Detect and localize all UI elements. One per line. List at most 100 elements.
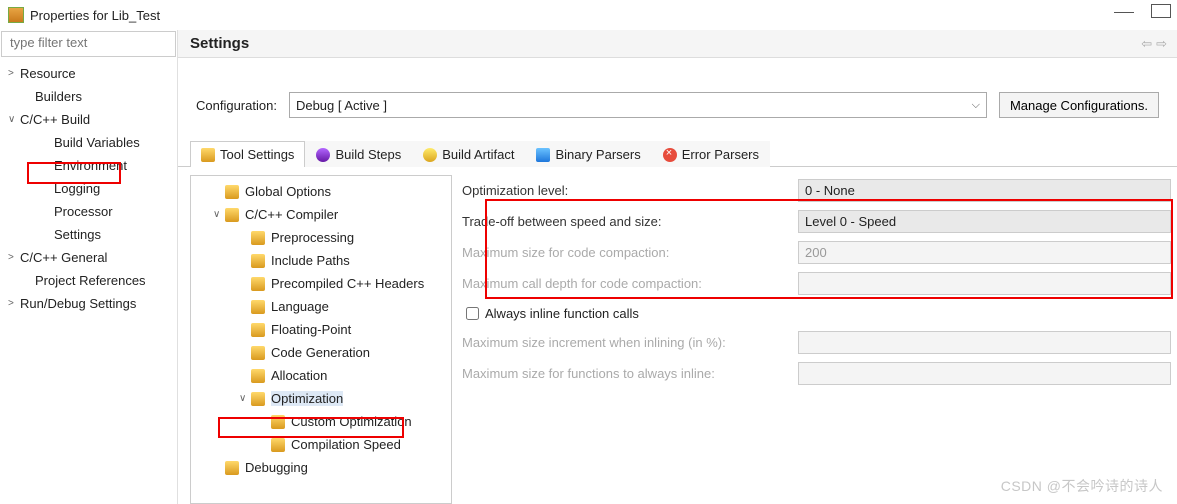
tool-item-label: Debugging bbox=[245, 460, 308, 475]
tool-icon bbox=[251, 392, 265, 406]
nav-item-c-c-build[interactable]: C/C++ Build bbox=[0, 108, 177, 131]
tool-item-label: Global Options bbox=[245, 184, 331, 199]
nav-item-environment[interactable]: Environment bbox=[0, 154, 177, 177]
form-label: Maximum size for code compaction: bbox=[462, 245, 792, 260]
checkbox-label: Always inline function calls bbox=[485, 306, 639, 321]
nav-item-project-references[interactable]: Project References bbox=[0, 269, 177, 292]
nav-item-build-variables[interactable]: Build Variables bbox=[0, 131, 177, 154]
nav-tree: Resource Builders C/C++ Build Build Variabl… bbox=[0, 58, 177, 319]
chevron-icon bbox=[239, 393, 249, 404]
window-titlebar: Properties for Lib_Test bbox=[0, 0, 1177, 30]
bin-icon bbox=[536, 148, 550, 162]
tab-build-steps[interactable]: Build Steps bbox=[305, 141, 412, 167]
form-row: Maximum size increment when inlining (in… bbox=[462, 327, 1177, 358]
manage-config-button[interactable]: Manage Configurations. bbox=[999, 92, 1159, 118]
chevron-icon bbox=[8, 298, 18, 309]
tab-error-parsers[interactable]: Error Parsers bbox=[652, 141, 770, 167]
nav-item-processor[interactable]: Processor bbox=[0, 200, 177, 223]
filter-box[interactable] bbox=[1, 31, 176, 57]
tool-item-label: Code Generation bbox=[271, 345, 370, 360]
tab-build-artifact[interactable]: Build Artifact bbox=[412, 141, 525, 167]
tool-item-label: Preprocessing bbox=[271, 230, 354, 245]
tool-item-code-generation[interactable]: Code Generation bbox=[191, 341, 451, 364]
form-combo[interactable]: 0 - None bbox=[798, 179, 1171, 202]
tool-item-precompiled-c-headers[interactable]: Precompiled C++ Headers bbox=[191, 272, 451, 295]
nav-item-run-debug-settings[interactable]: Run/Debug Settings bbox=[0, 292, 177, 315]
form-label: Trade-off between speed and size: bbox=[462, 214, 792, 229]
filter-input[interactable] bbox=[8, 34, 169, 51]
window-title-text: Properties for Lib_Test bbox=[30, 8, 160, 23]
minimize-button[interactable] bbox=[1111, 2, 1131, 16]
nav-item-builders[interactable]: Builders bbox=[0, 85, 177, 108]
form-row: Maximum call depth for code compaction: bbox=[462, 268, 1177, 299]
bulb-icon bbox=[423, 148, 437, 162]
tool-icon bbox=[225, 185, 239, 199]
err-icon bbox=[663, 148, 677, 162]
nav-item-label: Resource bbox=[20, 66, 76, 81]
tool-item-c-c-compiler[interactable]: C/C++ Compiler bbox=[191, 203, 451, 226]
back-icon[interactable]: ⇦ bbox=[1141, 36, 1152, 52]
nav-item-label: C/C++ General bbox=[20, 250, 107, 265]
form-label: Maximum size for functions to always inl… bbox=[462, 366, 792, 381]
chevron-icon bbox=[8, 114, 18, 125]
tab-strip: Tool Settings Build Steps Build Artifact Bi… bbox=[178, 140, 1177, 167]
tool-item-allocation[interactable]: Allocation bbox=[191, 364, 451, 387]
window-controls bbox=[1111, 2, 1169, 16]
nav-item-label: Run/Debug Settings bbox=[20, 296, 136, 311]
nav-item-logging[interactable]: Logging bbox=[0, 177, 177, 200]
tool-icon bbox=[251, 369, 265, 383]
form-text bbox=[798, 272, 1171, 295]
form-row-checkbox: Always inline function calls bbox=[462, 299, 1177, 327]
form-label: Optimization level: bbox=[462, 183, 792, 198]
configuration-row: Configuration: Debug [ Active ] Manage C… bbox=[178, 58, 1177, 140]
tab-binary-parsers[interactable]: Binary Parsers bbox=[525, 141, 651, 167]
tool-icon bbox=[251, 277, 265, 291]
watermark: CSDN @不会吟诗的诗人 bbox=[1001, 476, 1163, 496]
nav-item-label: Project References bbox=[35, 273, 146, 288]
chevron-icon bbox=[8, 68, 18, 79]
tool-item-compilation-speed[interactable]: Compilation Speed bbox=[191, 433, 451, 456]
nav-item-label: Settings bbox=[54, 227, 101, 242]
tool-item-optimization[interactable]: Optimization bbox=[191, 387, 451, 410]
tool-icon bbox=[271, 438, 285, 452]
tool-item-preprocessing[interactable]: Preprocessing bbox=[191, 226, 451, 249]
settings-form: Optimization level: 0 - None Trade-off bet… bbox=[452, 175, 1177, 504]
wrench-icon bbox=[201, 148, 215, 162]
tab-tool-settings[interactable]: Tool Settings bbox=[190, 141, 305, 167]
steps-icon bbox=[316, 148, 330, 162]
config-combo[interactable]: Debug [ Active ] bbox=[289, 92, 987, 118]
tool-icon bbox=[225, 461, 239, 475]
nav-item-resource[interactable]: Resource bbox=[0, 62, 177, 85]
nav-item-label: Environment bbox=[54, 158, 127, 173]
nav-item-c-c-general[interactable]: C/C++ General bbox=[0, 246, 177, 269]
tool-icon bbox=[225, 208, 239, 222]
tab-label: Binary Parsers bbox=[555, 147, 640, 162]
form-label: Maximum call depth for code compaction: bbox=[462, 276, 792, 291]
nav-item-settings[interactable]: Settings bbox=[0, 223, 177, 246]
tool-item-label: Precompiled C++ Headers bbox=[271, 276, 424, 291]
fwd-icon[interactable]: ⇨ bbox=[1156, 36, 1167, 52]
tool-icon bbox=[251, 346, 265, 360]
form-combo[interactable]: Level 0 - Speed bbox=[798, 210, 1171, 233]
tool-item-floating-point[interactable]: Floating-Point bbox=[191, 318, 451, 341]
nav-item-label: Build Variables bbox=[54, 135, 140, 150]
tool-item-include-paths[interactable]: Include Paths bbox=[191, 249, 451, 272]
tool-item-global-options[interactable]: Global Options bbox=[191, 180, 451, 203]
tool-item-language[interactable]: Language bbox=[191, 295, 451, 318]
form-row: Maximum size for code compaction:200 bbox=[462, 237, 1177, 268]
tab-label: Build Steps bbox=[335, 147, 401, 162]
config-value: Debug [ Active ] bbox=[296, 98, 387, 113]
tool-icon bbox=[271, 415, 285, 429]
tool-item-custom-optimization[interactable]: Custom Optimization bbox=[191, 410, 451, 433]
tool-item-label: Include Paths bbox=[271, 253, 350, 268]
maximize-button[interactable] bbox=[1149, 2, 1169, 16]
form-text bbox=[798, 331, 1171, 354]
content-header: Settings ⇦ ⇨ bbox=[178, 30, 1177, 58]
chevron-icon bbox=[8, 252, 18, 263]
nav-item-label: C/C++ Build bbox=[20, 112, 90, 127]
nav-item-label: Logging bbox=[54, 181, 100, 196]
tool-item-debugging[interactable]: Debugging bbox=[191, 456, 451, 479]
nav-item-label: Processor bbox=[54, 204, 113, 219]
tool-icon bbox=[251, 231, 265, 245]
inline-checkbox[interactable] bbox=[466, 307, 479, 320]
